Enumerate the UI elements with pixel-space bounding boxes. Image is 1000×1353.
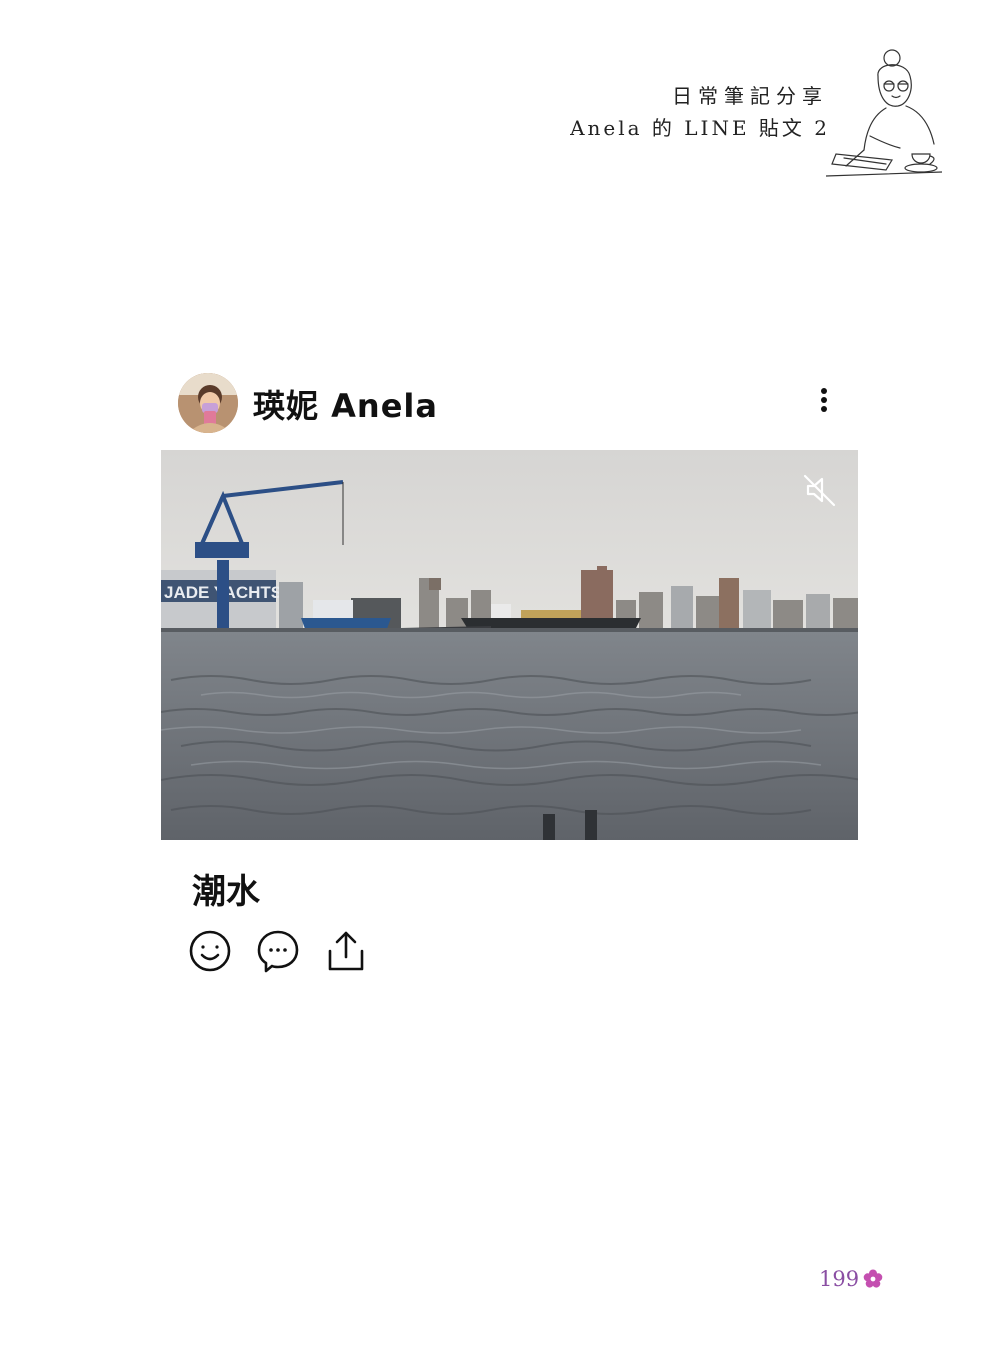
woman-writing-sketch-illustration [826,49,942,177]
flower-icon [863,1269,883,1288]
speaker-muted-icon[interactable] [802,472,838,508]
harbor-scene-image: JADE YACHTS [161,450,858,840]
header-subtitle: Anela 的 LINE 貼文 2 [570,116,830,140]
more-options-icon[interactable] [808,385,840,421]
header-title: 日常筆記分享 [672,84,828,108]
share-icon[interactable] [324,929,368,973]
avatar[interactable] [178,373,238,433]
page-number: 199 [819,1267,860,1291]
post-video[interactable]: JADE YACHTS [161,450,858,840]
post-author-name[interactable]: 瑛妮 Anela [253,381,438,427]
post-caption: 潮水 [192,872,260,912]
comment-bubble-icon[interactable] [256,929,300,973]
smiley-icon[interactable] [188,929,232,973]
